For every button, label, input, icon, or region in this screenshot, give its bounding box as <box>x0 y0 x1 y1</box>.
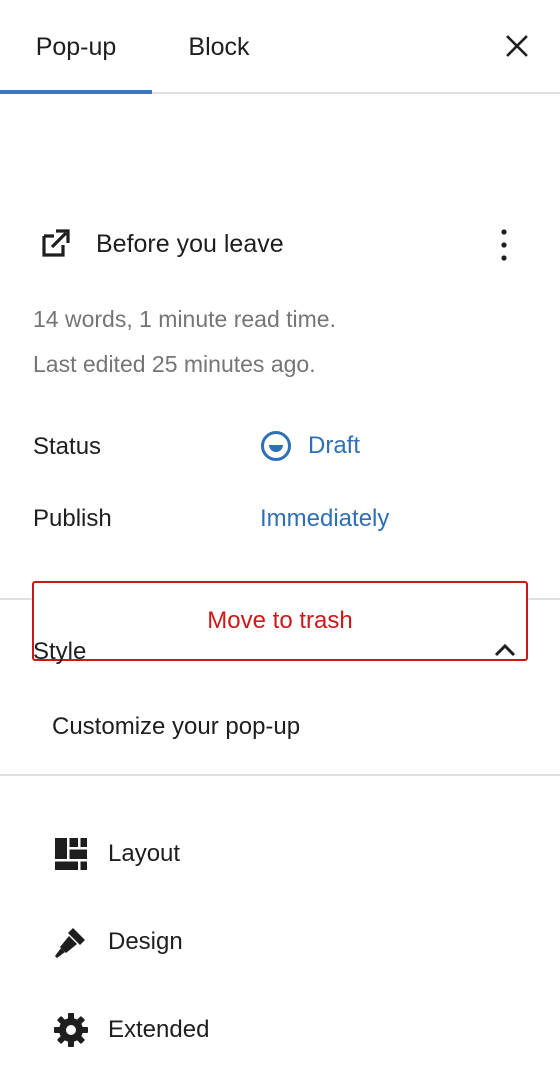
style-panel-title: Style <box>33 638 87 665</box>
document-summary: Before you leave 14 words, 1 minute read… <box>0 94 560 661</box>
status-label: Status <box>33 433 102 460</box>
tab-block[interactable]: Block <box>152 0 286 94</box>
layout-icon <box>55 838 87 870</box>
more-options-button[interactable] <box>494 227 514 263</box>
menu-item-design[interactable]: Design <box>52 922 183 962</box>
publish-label: Publish <box>33 505 112 532</box>
publish-value-button[interactable]: Immediately <box>260 505 389 533</box>
more-vertical-icon <box>501 229 507 261</box>
menu-item-label: Design <box>108 928 183 955</box>
draft-status-icon <box>261 431 291 461</box>
external-popup-icon <box>42 229 70 257</box>
style-description: Customize your pop-up <box>52 713 301 740</box>
settings-sidebar: Pop-up Block Before you leave 14 words, … <box>0 0 560 1090</box>
tab-popup[interactable]: Pop-up <box>0 0 152 94</box>
last-edited-info: Last edited 25 minutes ago. <box>33 351 316 377</box>
style-collapse-button[interactable] <box>490 638 520 664</box>
brush-icon <box>55 928 85 958</box>
menu-item-label: Extended <box>108 1016 210 1043</box>
menu-item-label: Layout <box>108 840 181 867</box>
gear-icon <box>54 1013 88 1047</box>
sidebar-tabs: Pop-up Block <box>0 0 560 94</box>
word-count-info: 14 words, 1 minute read time. <box>33 306 336 332</box>
document-title: Before you leave <box>96 230 284 258</box>
close-button[interactable] <box>502 31 532 61</box>
status-value-button[interactable]: Draft <box>260 428 360 464</box>
menu-item-extended[interactable]: Extended <box>52 1010 209 1050</box>
close-icon <box>506 35 528 57</box>
status-value: Draft <box>308 432 361 459</box>
chevron-up-icon <box>494 643 516 657</box>
menu-item-layout[interactable]: Layout <box>52 834 180 874</box>
style-panel: Style Customize your pop-up <box>0 600 560 776</box>
